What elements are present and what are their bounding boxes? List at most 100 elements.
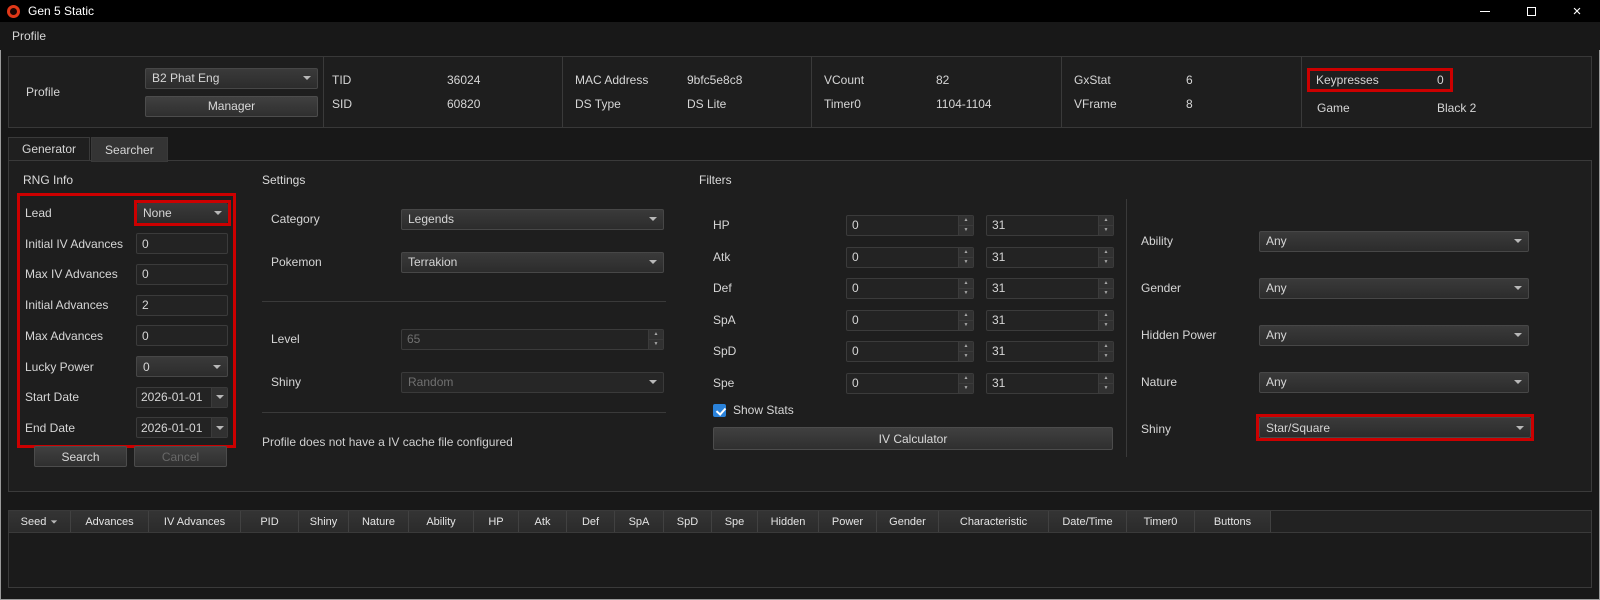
max-iv-advances-input[interactable]: 0 [136, 264, 228, 285]
max-advances-input[interactable]: 0 [136, 325, 228, 346]
pokemon-combobox[interactable]: Terrakion [401, 252, 664, 273]
spin-up-icon[interactable]: ▲ [1099, 216, 1113, 225]
col-header-ability[interactable]: Ability [409, 511, 474, 532]
spin-down-icon[interactable]: ▼ [1099, 225, 1113, 235]
spa-min-spinbox[interactable]: 0▲▼ [846, 310, 974, 331]
spe-max-value: 31 [987, 374, 1098, 393]
close-button[interactable]: × [1554, 0, 1600, 22]
col-header-timer0[interactable]: Timer0 [1127, 511, 1195, 532]
search-button[interactable]: Search [34, 446, 127, 467]
col-header-nature[interactable]: Nature [349, 511, 409, 532]
seed-sort-dropdown-icon[interactable] [51, 520, 57, 523]
spin-down-icon[interactable]: ▼ [959, 351, 973, 361]
spd-max-spinbox[interactable]: 31▲▼ [986, 341, 1114, 362]
col-header-spd[interactable]: SpD [664, 511, 712, 532]
hp-max-spinbox[interactable]: 31▲▼ [986, 215, 1114, 236]
spin-down-icon[interactable]: ▼ [959, 320, 973, 330]
col-header-hidden[interactable]: Hidden [758, 511, 819, 532]
tab-generator[interactable]: Generator [8, 137, 90, 161]
category-combobox[interactable]: Legends [401, 209, 664, 230]
nature-combobox[interactable]: Any [1259, 372, 1529, 393]
spin-down-icon[interactable]: ▼ [959, 257, 973, 267]
spin-up-icon[interactable]: ▲ [1099, 248, 1113, 257]
col-header-buttons[interactable]: Buttons [1195, 511, 1271, 532]
spe-min-spinbox[interactable]: 0▲▼ [846, 373, 974, 394]
settings-shiny-combobox[interactable]: Random [401, 372, 664, 393]
col-header-spe[interactable]: Spe [712, 511, 758, 532]
sid-value: 60820 [447, 97, 480, 111]
spin-up-icon[interactable]: ▲ [959, 279, 973, 288]
minimize-button[interactable] [1462, 0, 1508, 22]
lucky-power-combobox[interactable]: 0 [136, 356, 228, 377]
profile-manager-button[interactable]: Manager [145, 96, 318, 117]
spin-down-icon[interactable]: ▼ [1099, 288, 1113, 298]
spin-down-icon[interactable]: ▼ [1099, 257, 1113, 267]
col-header-seed[interactable]: Seed [9, 511, 71, 532]
spe-max-spinbox[interactable]: 31▲▼ [986, 373, 1114, 394]
col-header-hp[interactable]: HP [474, 511, 519, 532]
col-header-characteristic[interactable]: Characteristic [939, 511, 1049, 532]
header-filler [1271, 511, 1591, 532]
spin-up-icon[interactable]: ▲ [1099, 374, 1113, 383]
spin-up-icon[interactable]: ▲ [959, 342, 973, 351]
atk-max-spinbox[interactable]: 31▲▼ [986, 247, 1114, 268]
ability-combobox[interactable]: Any [1259, 231, 1529, 252]
hidden-power-combobox[interactable]: Any [1259, 325, 1529, 346]
spin-up-icon[interactable]: ▲ [959, 374, 973, 383]
spd-max-value: 31 [987, 342, 1098, 361]
menu-profile[interactable]: Profile [0, 25, 58, 47]
initial-iv-advances-input[interactable]: 0 [136, 233, 228, 254]
rng-info-title: RNG Info [23, 173, 73, 187]
col-header-iv-advances[interactable]: IV Advances [149, 511, 241, 532]
spin-down-icon[interactable]: ▼ [649, 339, 663, 349]
atk-min-spinbox[interactable]: 0▲▼ [846, 247, 974, 268]
spin-up-icon[interactable]: ▲ [649, 330, 663, 339]
col-header-power[interactable]: Power [819, 511, 877, 532]
iv-calculator-button[interactable]: IV Calculator [713, 427, 1113, 450]
end-date-dropdown-button[interactable] [211, 418, 227, 437]
filter-shiny-combobox[interactable]: Star/Square [1259, 417, 1531, 438]
nature-value: Any [1266, 375, 1287, 389]
spin-down-icon[interactable]: ▼ [1099, 351, 1113, 361]
spa-max-spinbox[interactable]: 31▲▼ [986, 310, 1114, 331]
spin-up-icon[interactable]: ▲ [1099, 342, 1113, 351]
spin-down-icon[interactable]: ▼ [959, 383, 973, 393]
col-header-shiny[interactable]: Shiny [299, 511, 349, 532]
show-stats-checkbox[interactable] [713, 404, 726, 417]
def-min-spinbox[interactable]: 0▲▼ [846, 278, 974, 299]
col-header-pid[interactable]: PID [241, 511, 299, 532]
profile-combobox[interactable]: B2 Phat Eng [145, 68, 318, 89]
level-value: 65 [402, 330, 648, 349]
start-date-dropdown-button[interactable] [211, 388, 227, 407]
start-date-input[interactable]: 2026-01-01 [136, 387, 228, 408]
spin-up-icon[interactable]: ▲ [959, 248, 973, 257]
col-header-atk[interactable]: Atk [519, 511, 567, 532]
col-header-spa[interactable]: SpA [615, 511, 664, 532]
def-max-spinbox[interactable]: 31▲▼ [986, 278, 1114, 299]
col-header-def[interactable]: Def [567, 511, 615, 532]
maximize-button[interactable] [1508, 0, 1554, 22]
spd-min-spinbox[interactable]: 0▲▼ [846, 341, 974, 362]
spin-up-icon[interactable]: ▲ [1099, 279, 1113, 288]
chevron-down-icon [216, 426, 224, 430]
col-header-datetime[interactable]: Date/Time [1049, 511, 1127, 532]
hp-min-spinbox[interactable]: 0▲▼ [846, 215, 974, 236]
end-date-input[interactable]: 2026-01-01 [136, 417, 228, 438]
spin-down-icon[interactable]: ▼ [1099, 383, 1113, 393]
initial-advances-input[interactable]: 2 [136, 295, 228, 316]
col-header-advances[interactable]: Advances [71, 511, 149, 532]
spin-up-icon[interactable]: ▲ [1099, 311, 1113, 320]
tab-searcher[interactable]: Searcher [91, 137, 168, 162]
level-spinbox[interactable]: 65 ▲ ▼ [401, 329, 664, 350]
cancel-button[interactable]: Cancel [134, 446, 227, 467]
spin-down-icon[interactable]: ▼ [959, 225, 973, 235]
spin-down-icon[interactable]: ▼ [1099, 320, 1113, 330]
spin-down-icon[interactable]: ▼ [959, 288, 973, 298]
initial-iv-advances-value: 0 [142, 237, 149, 251]
spin-up-icon[interactable]: ▲ [959, 311, 973, 320]
col-header-gender[interactable]: Gender [877, 511, 939, 532]
spin-up-icon[interactable]: ▲ [959, 216, 973, 225]
start-date-value: 2026-01-01 [137, 388, 211, 407]
lead-combobox[interactable]: None [137, 203, 228, 223]
gender-combobox[interactable]: Any [1259, 278, 1529, 299]
